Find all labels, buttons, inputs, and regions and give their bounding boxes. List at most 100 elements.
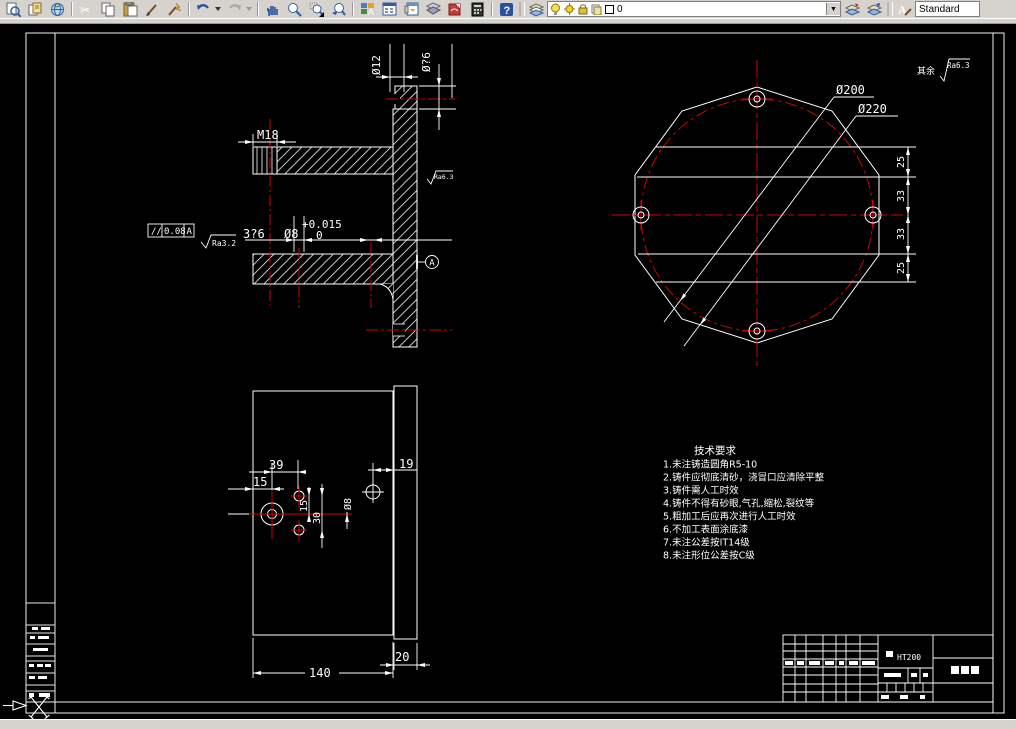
zoom-window-button[interactable] — [305, 1, 327, 17]
match-properties-button[interactable] — [163, 1, 185, 17]
undo-dropdown[interactable] — [214, 1, 223, 17]
zoom-realtime-button[interactable]: ± — [283, 1, 305, 17]
layer-plot-icon — [591, 4, 602, 15]
style-combo-value: Standard — [919, 3, 960, 15]
toolbar-grip[interactable] — [885, 1, 893, 17]
print-preview-button[interactable] — [2, 1, 24, 17]
dim-d8-tol-lo: 0 — [316, 229, 323, 242]
layer-previous-icon — [866, 2, 882, 16]
layer-properties-button[interactable] — [525, 1, 547, 17]
properties-icon: A — [360, 2, 374, 17]
dim-33-bottom: 33 — [896, 228, 907, 240]
help-button[interactable]: ? — [495, 1, 517, 17]
svg-text:✂: ✂ — [80, 3, 90, 17]
chevron-down-icon — [215, 6, 221, 11]
layer-lock-icon — [578, 4, 588, 15]
layer-combo-dropdown[interactable]: ▼ — [826, 3, 840, 15]
roughness-ra63: Ra6.3 — [434, 173, 454, 181]
dim-25-top: 25 — [896, 156, 907, 168]
markup-set-manager-button[interactable] — [444, 1, 466, 17]
layer-color-swatch — [605, 4, 614, 14]
properties-button[interactable]: A — [356, 1, 378, 17]
section-view: M18 Ø12 Ø?6 3?6 Ø8 +0.015 0 // 0.08 A Ra… — [147, 44, 456, 348]
dim-d220: Ø220 — [858, 102, 887, 116]
tool-palettes-icon — [404, 2, 418, 15]
redo-button[interactable] — [223, 1, 245, 17]
gdt-tolerance: 0.08 — [164, 227, 186, 237]
tech-item: 5.粗加工后应再次进行人工时效 — [663, 511, 796, 523]
undo-button[interactable] — [192, 1, 214, 17]
style-combo[interactable]: Standard — [915, 1, 980, 17]
layer-previous-button[interactable] — [863, 1, 885, 17]
dim-15-vert: 15 — [299, 500, 310, 512]
copy-icon — [101, 2, 114, 16]
text-style-button[interactable]: A — [893, 1, 915, 17]
make-object-layer-current-button[interactable] — [841, 1, 863, 17]
paste-icon — [123, 1, 137, 16]
toolbar-separator — [185, 1, 192, 17]
tech-title: 技术要求 — [694, 444, 736, 457]
circular-view: 25 33 33 25 Ø200 Ø220 — [612, 60, 916, 370]
pan-button[interactable] — [261, 1, 283, 17]
svg-text:?: ? — [503, 5, 510, 17]
dim-15: 15 — [253, 475, 267, 489]
globe-icon — [50, 2, 64, 16]
match-brush-button[interactable] — [141, 1, 163, 17]
status-bar — [0, 719, 1016, 729]
markup-set-manager-icon — [448, 3, 460, 15]
redo-dropdown[interactable] — [245, 1, 254, 17]
copy-button[interactable] — [97, 1, 119, 17]
section-centerlines — [269, 98, 455, 331]
zoom-previous-icon — [331, 2, 346, 16]
hand-icon — [266, 5, 278, 16]
tool-palettes-button[interactable] — [400, 1, 422, 17]
toolbar-grip[interactable] — [517, 1, 525, 17]
svg-text:A: A — [368, 7, 374, 17]
tech-item: 8.未注形位公差按C级 — [663, 550, 755, 562]
corner-roughness-note: 其余 Ra6.3 — [917, 58, 970, 83]
plan-view: 39 15 19 15 30 Ø8 140 20 — [228, 385, 430, 680]
design-center-icon — [382, 2, 396, 15]
layer-combo-value: 0 — [617, 3, 623, 15]
make-layer-current-icon — [844, 2, 860, 16]
gdt-datum-ref: A — [187, 227, 193, 237]
zoom-window-icon — [309, 2, 324, 17]
quick-calc-button[interactable] — [466, 1, 488, 17]
dim-25-bottom: 25 — [896, 262, 907, 274]
brush-icon — [145, 3, 157, 16]
gdt-symbol: // — [151, 227, 162, 237]
toolbar-separator — [254, 1, 261, 17]
tech-item: 3.铸件需人工时效 — [663, 485, 739, 497]
dim-d8: Ø8 — [284, 227, 298, 241]
toolbar-separator — [349, 1, 356, 17]
drawing-canvas[interactable]: M18 Ø12 Ø?6 3?6 Ø8 +0.015 0 // 0.08 A Ra… — [0, 24, 1016, 720]
publish-button[interactable] — [24, 1, 46, 17]
corner-note-prefix: 其余 — [917, 65, 935, 77]
redo-icon — [228, 3, 241, 10]
zoom-previous-button[interactable] — [327, 1, 349, 17]
dim-d12: Ø12 — [370, 55, 383, 75]
print-preview-icon — [6, 2, 21, 17]
publish-to-web-button[interactable] — [46, 1, 68, 17]
toolbar-separator — [488, 1, 495, 17]
title-block: HT200 — [782, 634, 994, 703]
publish-icon — [28, 2, 41, 15]
paste-button[interactable] — [119, 1, 141, 17]
sheet-set-manager-icon — [425, 1, 441, 15]
help-icon: ? — [499, 2, 513, 17]
sheet-set-manager-button[interactable] — [422, 1, 444, 17]
datum-a — [416, 255, 439, 269]
left-signoff-table — [26, 602, 55, 697]
plan-centerlines — [249, 486, 352, 542]
layer-combo[interactable]: 0 ▼ — [547, 1, 841, 17]
sheet-frame — [25, 32, 1005, 714]
design-center-button[interactable] — [378, 1, 400, 17]
tech-item: 4.铸件不得有砂眼,气孔,缩松,裂纹等 — [663, 498, 815, 510]
corner-note-value: Ra6.3 — [947, 61, 970, 70]
cut-button[interactable]: ✂ — [75, 1, 97, 17]
model-space[interactable]: M18 Ø12 Ø?6 3?6 Ø8 +0.015 0 // 0.08 A Ra… — [0, 24, 1016, 720]
tech-item: 7.未注公差按IT14级 — [663, 537, 750, 549]
tech-item: 1.未注铸造圆角R5-10 — [663, 459, 757, 471]
title-block-material: HT200 — [897, 653, 921, 662]
undo-icon — [196, 3, 209, 10]
